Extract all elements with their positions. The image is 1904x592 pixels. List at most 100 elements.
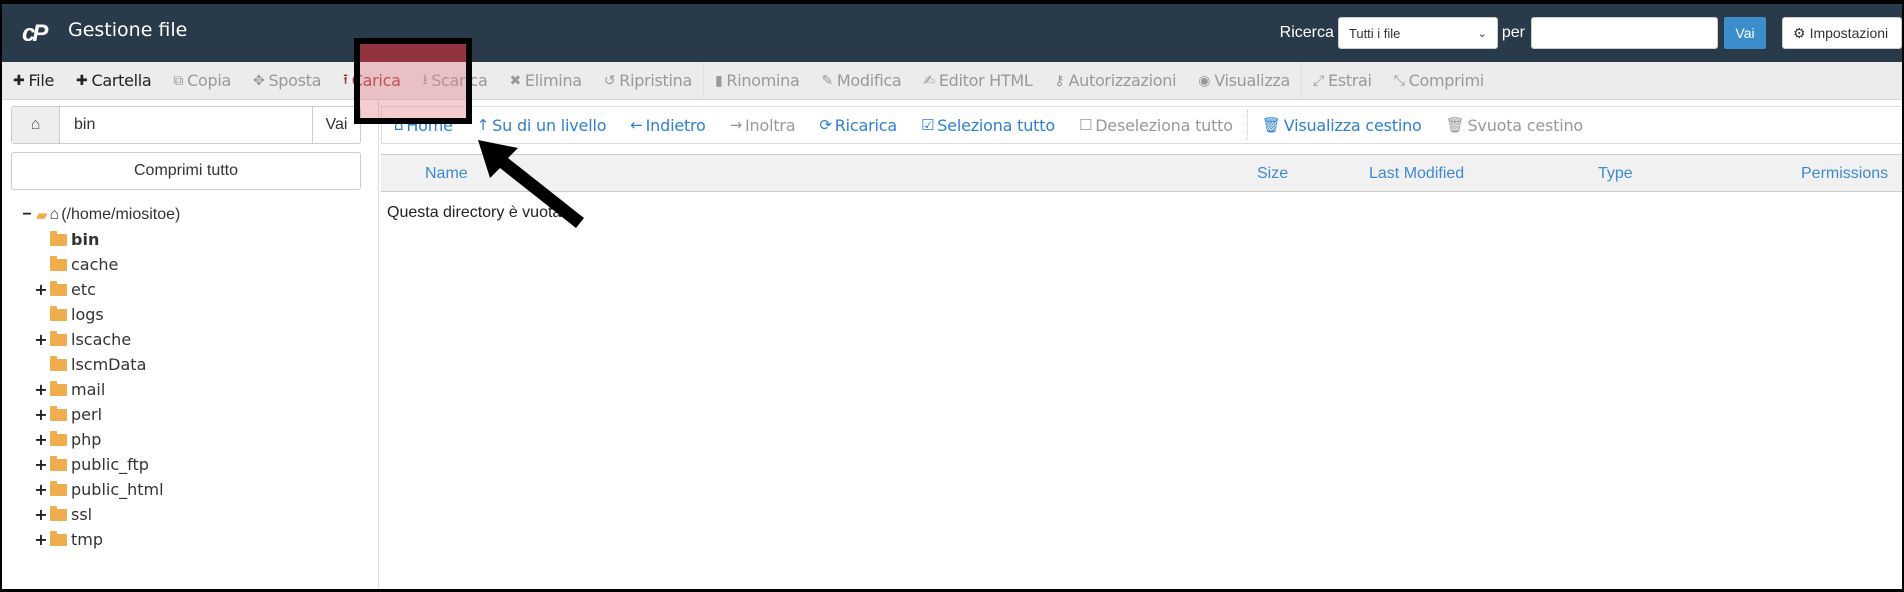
reload-button[interactable]: ⟳ Ricarica [807,116,909,135]
back-button[interactable]: ← Indietro [618,116,717,135]
column-type[interactable]: Type [1598,165,1633,183]
tree-folder-item[interactable]: + perl [20,402,180,427]
search-area: Ricerca Tutti i file ⌄ per Vai ⚙ Imposta… [1280,16,1902,50]
folder-name: bin [71,230,100,249]
tree-folder-item[interactable]: + lscache [20,327,180,352]
tree-root[interactable]: − ▰ ⌂ (/home/miositoe) [20,202,180,227]
highlight-overlay-top [360,44,466,62]
expand-icon[interactable]: + [34,330,48,349]
toolbar-sposta-button[interactable]: ✥ Sposta [242,62,332,99]
search-scope-select[interactable]: Tutti i file ⌄ [1337,17,1498,49]
folder-icon [50,380,67,396]
toolbar-autorizzazioni-button[interactable]: ⚷ Autorizzazioni [1044,62,1188,99]
home-button[interactable]: ⌂ Home [382,116,465,135]
restore-icon: ↺ [603,72,616,89]
expand-icon[interactable]: + [34,505,48,524]
checkbox-checked-icon: ☑ [920,116,935,134]
toolbar-rinomina-button[interactable]: ▮ Rinomina [704,62,810,99]
toolbar-label: Copia [187,71,231,90]
plus-icon: ✚ [76,72,88,89]
tree-folder-item[interactable]: + ssl [20,502,180,527]
forward-button[interactable]: → Inoltra [718,116,808,135]
tree-folder-item[interactable]: + public_ftp [20,452,180,477]
toolbar-ripristina-button[interactable]: ↺ Ripristina [593,62,703,99]
expand-icon[interactable]: + [34,480,48,499]
toolbar-label: Cartella [91,71,152,90]
file-manager-window: cP Gestione file Ricerca Tutti i file ⌄ … [2,4,1902,589]
move-icon: ✥ [253,72,265,89]
column-name[interactable]: Name [425,165,468,183]
back-label: Indietro [645,115,706,135]
folder-name: public_html [71,480,164,499]
folder-name: cache [71,255,119,274]
path-input[interactable]: bin [60,107,312,143]
search-go-button[interactable]: Vai [1724,17,1766,49]
plus-icon: ✚ [13,72,25,89]
toolbar-modifica-button[interactable]: ✎ Modifica [810,62,912,99]
column-permissions[interactable]: Permissions [1801,165,1888,183]
empty-trash-label: Svuota cestino [1467,115,1584,135]
folder-icon [50,505,67,521]
toolbar-label: Autorizzazioni [1068,71,1177,90]
folder-icon [50,430,67,446]
tree-folder-item[interactable]: logs [20,302,180,327]
search-label: Ricerca [1279,24,1334,41]
eye-icon: ◉ [1198,72,1211,89]
column-size[interactable]: Size [1257,165,1288,183]
expand-icon[interactable]: + [34,280,48,299]
arrow-right-icon: → [729,116,743,134]
folder-icon [50,280,67,296]
tree-folder-item[interactable]: bin [20,227,180,252]
column-last-modified[interactable]: Last Modified [1369,165,1464,183]
toolbar-label: Rinomina [726,71,800,90]
highlight-overlay [360,62,466,118]
deselect-all-label: Deseleziona tutto [1095,115,1233,135]
tree-folder-item[interactable]: + mail [20,377,180,402]
arrow-left-icon: ← [630,116,643,134]
search-input[interactable] [1531,17,1718,49]
copy-icon: ⧉ [173,72,184,89]
folder-icon [50,405,67,421]
cpanel-logo[interactable]: cP [22,20,62,47]
collapse-toggle-icon[interactable]: − [20,206,34,224]
home-icon: ⌂ [394,116,404,134]
expand-icon[interactable]: + [34,530,48,549]
view-trash-button[interactable]: 🗑 Visualizza cestino [1250,116,1434,135]
toolbar-label: Elimina [524,71,582,90]
empty-directory-message: Questa directory è vuota. [387,204,566,221]
toolbar-estrai-button[interactable]: ⤢ Estrai [1302,62,1383,99]
expand-icon[interactable]: + [34,455,48,474]
tree-folder-item[interactable]: lscmData [20,352,180,377]
app-title: Gestione file [68,19,188,41]
tree-folder-item[interactable]: + public_html [20,477,180,502]
expand-icon[interactable]: + [34,430,48,449]
settings-button[interactable]: ⚙ Impostazioni [1782,17,1902,49]
toolbar-editor-html-button[interactable]: ✍ Editor HTML [912,62,1043,99]
home-path-button[interactable]: ⌂ [12,107,60,143]
expand-icon[interactable]: + [34,405,48,424]
select-all-button[interactable]: ☑ Seleziona tutto [909,116,1067,135]
tree-folder-item[interactable]: + php [20,427,180,452]
empty-trash-button[interactable]: 🗑 Svuota cestino [1434,116,1595,135]
path-go-button[interactable]: Vai [312,107,360,143]
toolbar-elimina-button[interactable]: ✖ Elimina [498,62,592,99]
toolbar: ✚ File ✚ Cartella ⧉ Copia ✥ Sposta ⭱ Carica ⭳ Scari… [2,61,1902,100]
folder-name: lscmData [71,355,147,374]
toolbar-copia-button[interactable]: ⧉ Copia [162,62,242,99]
toolbar-file-button[interactable]: ✚ File [2,62,65,99]
toolbar-visualizza-button[interactable]: ◉ Visualizza [1187,62,1301,99]
toolbar-comprimi-button[interactable]: ⤡ Comprimi [1383,62,1495,99]
up-one-level-button[interactable]: ↑ Su di un livello [465,116,619,135]
table-header: Name Size Last Modified Type Permissions [381,154,1902,192]
tree-folder-item[interactable]: + etc [20,277,180,302]
tree-folder-item[interactable]: + tmp [20,527,180,552]
tree-folder-item[interactable]: cache [20,252,180,277]
toolbar-cartella-button[interactable]: ✚ Cartella [65,62,162,99]
chevron-down-icon: ⌄ [1477,27,1487,40]
file-list-panel: ⌂ Home ↑ Su di un livello ← Indietro → Inolt… [378,100,1902,589]
folder-icon [50,330,67,346]
expand-icon[interactable]: + [34,380,48,399]
collapse-all-button[interactable]: Comprimi tutto [11,152,361,190]
deselect-all-button[interactable]: ☐ Deseleziona tutto [1067,116,1245,135]
folder-name: ssl [71,505,93,524]
